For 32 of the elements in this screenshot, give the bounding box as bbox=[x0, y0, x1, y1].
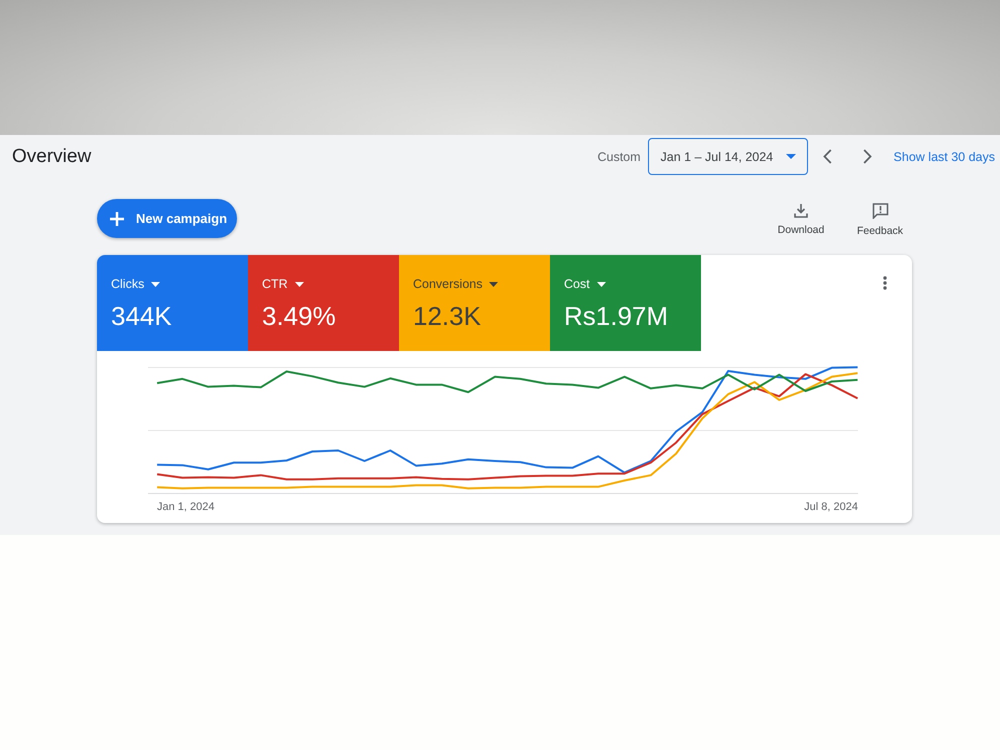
date-range-dropdown[interactable]: Jan 1 – Jul 14, 2024 bbox=[648, 138, 808, 175]
axis-label: Jul 8, 2024 bbox=[804, 500, 858, 515]
metric-dropdown[interactable]: Clicks bbox=[111, 276, 160, 292]
caret-icon bbox=[596, 282, 606, 286]
feedback-button[interactable]: Feedback bbox=[854, 203, 906, 237]
chevron-left-icon[interactable] bbox=[822, 149, 832, 164]
metric-dropdown[interactable]: CTR bbox=[262, 276, 304, 292]
plus-icon bbox=[110, 212, 124, 226]
metric-value: Rs1.97M bbox=[564, 301, 670, 331]
more-options-icon[interactable] bbox=[883, 276, 887, 290]
metric-tile[interactable]: Clicks 344K bbox=[97, 255, 248, 351]
show-last-30-days-link[interactable]: Show last 30 days bbox=[894, 150, 995, 164]
caret-icon bbox=[294, 282, 304, 286]
metric-tile[interactable]: Conversions 12.3K bbox=[399, 255, 550, 351]
metric-dropdown[interactable]: Conversions bbox=[413, 276, 498, 292]
axis-label: Jan 1, 2024 bbox=[157, 500, 214, 515]
metric-tile[interactable]: CTR 3.49% bbox=[248, 255, 399, 351]
feedback-icon bbox=[872, 203, 888, 219]
download-button[interactable]: Download bbox=[775, 203, 827, 237]
page-title: Overview bbox=[12, 146, 92, 168]
metric-value: 12.3K bbox=[413, 301, 482, 331]
date-range-label: Custom bbox=[597, 150, 641, 164]
new-campaign-button[interactable]: New campaign bbox=[97, 199, 237, 238]
caret-icon bbox=[151, 282, 160, 286]
caret-icon bbox=[786, 154, 796, 159]
chevron-right-icon[interactable] bbox=[862, 149, 872, 164]
metric-value: 344K bbox=[111, 301, 173, 331]
caret-icon bbox=[489, 282, 498, 286]
metric-value: 3.49% bbox=[262, 301, 337, 331]
metric-tile[interactable]: Cost Rs1.97M bbox=[550, 255, 701, 351]
metric-dropdown[interactable]: Cost bbox=[564, 276, 606, 292]
download-icon bbox=[794, 203, 808, 218]
